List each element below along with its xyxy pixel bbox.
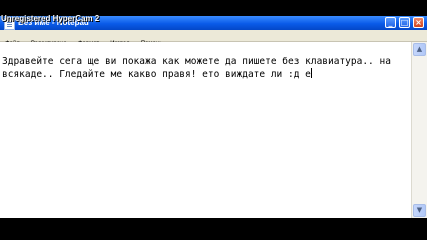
hypercam-watermark: Unregistered HyperCam 2 <box>1 14 100 23</box>
close-button[interactable]: × <box>413 17 424 28</box>
scroll-up-button[interactable]: ▲ <box>413 43 426 56</box>
scroll-down-button[interactable]: ▼ <box>413 204 426 217</box>
maximize-button[interactable]: □ <box>399 17 410 28</box>
minimize-button[interactable]: _ <box>385 17 396 28</box>
text-editor-area[interactable]: Здравейте сега ще ви покажа как можете д… <box>0 42 411 218</box>
notepad-window: Без име - Notepad _ □ × Файл Редактиране… <box>0 16 427 218</box>
vertical-scrollbar[interactable]: ▲ ▼ <box>411 42 427 218</box>
menu-bar: Файл Редактиране Формат Изглед Помощ <box>0 30 427 47</box>
text-caret <box>310 68 312 78</box>
editor-content[interactable]: Здравейте сега ще ви покажа как можете д… <box>2 55 407 81</box>
editor-text: Здравейте сега ще ви покажа как можете д… <box>2 56 397 80</box>
